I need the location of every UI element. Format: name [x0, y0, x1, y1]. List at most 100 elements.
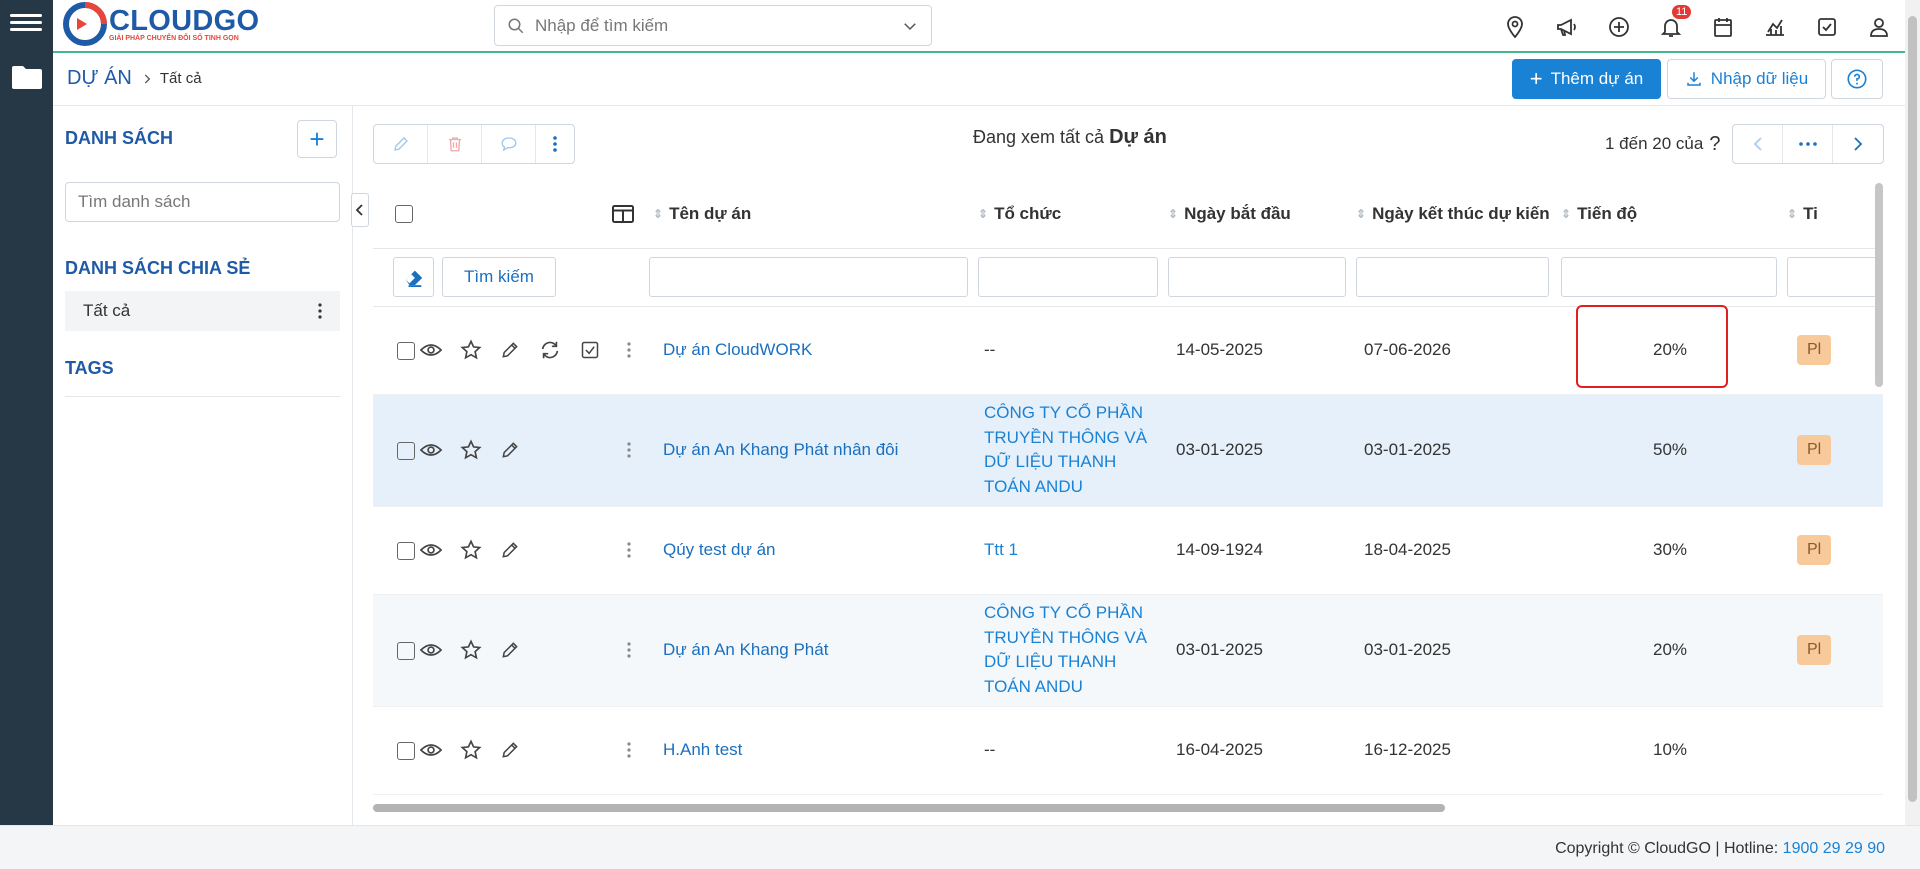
table-row[interactable]: Dự án CloudWORK -- 14-05-2025 07-06-2026…	[373, 306, 1883, 394]
more-vertical-icon[interactable]	[318, 303, 322, 319]
bell-icon[interactable]: 11	[1645, 0, 1697, 53]
prev-page-button[interactable]	[1733, 125, 1784, 163]
add-project-button[interactable]: + Thêm dự án	[1512, 59, 1661, 99]
start-date-cell: 03-01-2025	[1176, 440, 1263, 459]
bulk-delete-button[interactable]	[428, 125, 482, 163]
column-project-name[interactable]: ⇕ Tên dự án	[649, 180, 974, 248]
edit-icon[interactable]	[490, 535, 530, 565]
hotline-link[interactable]: 1900 29 29 90	[1783, 840, 1885, 857]
breadcrumb-module[interactable]: DỰ ÁN	[67, 67, 132, 90]
plus-circle-icon[interactable]	[1593, 0, 1645, 53]
project-name-link[interactable]: H.Anh test	[649, 706, 974, 794]
add-list-button[interactable]: +	[297, 120, 337, 158]
view-icon[interactable]	[411, 435, 451, 465]
bulk-comment-button[interactable]	[482, 125, 536, 163]
folder-icon[interactable]	[11, 64, 43, 90]
table-row[interactable]: H.Anh test -- 16-04-2025 16-12-2025 10%	[373, 706, 1883, 794]
view-icon[interactable]	[411, 635, 451, 665]
more-vertical-icon[interactable]	[609, 735, 649, 765]
table-row[interactable]: Qúy test dự án Ttt 1 14-09-1924 18-04-20…	[373, 506, 1883, 594]
column-status[interactable]: ⇕ Ti	[1783, 180, 1883, 248]
import-data-button[interactable]: Nhập dữ liệu	[1667, 59, 1826, 99]
pagination-range: 1 đến 20 của	[1605, 134, 1704, 153]
list-search-input[interactable]	[65, 182, 340, 222]
filter-start-date[interactable]	[1168, 257, 1346, 297]
end-date-cell: 03-01-2025	[1364, 640, 1451, 659]
filter-end-date[interactable]	[1356, 257, 1549, 297]
page-scrollbar[interactable]	[1905, 0, 1920, 825]
search-input[interactable]	[535, 15, 901, 36]
edit-icon[interactable]	[490, 735, 530, 765]
more-vertical-icon[interactable]	[609, 635, 649, 665]
chart-icon[interactable]	[1749, 0, 1801, 53]
more-vertical-icon[interactable]	[609, 535, 649, 565]
list-item-all[interactable]: Tất cả	[65, 291, 340, 331]
user-icon[interactable]	[1853, 0, 1905, 53]
project-name-link[interactable]: Dự án An Khang Phát	[649, 594, 974, 706]
edit-icon[interactable]	[490, 335, 530, 365]
hamburger-menu-icon[interactable]	[10, 10, 42, 40]
help-button[interactable]	[1831, 59, 1883, 99]
column-progress[interactable]: ⇕ Tiến độ	[1557, 180, 1783, 248]
viewing-prefix: Đang xem tất cả	[973, 127, 1105, 147]
task-icon[interactable]	[570, 335, 610, 365]
table-row[interactable]: Dự án An Khang Phát nhân đôi CÔNG TY CỔ …	[373, 394, 1883, 506]
chevron-down-icon[interactable]	[901, 17, 919, 35]
star-icon[interactable]	[451, 635, 491, 665]
table-row[interactable]: Dự án An Khang Phát CÔNG TY CỔ PHẦN TRUY…	[373, 594, 1883, 706]
collapse-panel-button[interactable]	[351, 193, 369, 227]
column-end-date[interactable]: ⇕ Ngày kết thúc dự kiến	[1352, 180, 1557, 248]
project-name-link[interactable]: Dự án An Khang Phát nhân đôi	[649, 394, 974, 506]
view-icon[interactable]	[411, 335, 451, 365]
megaphone-icon[interactable]	[1541, 0, 1593, 53]
project-name-link[interactable]: Qúy test dự án	[649, 506, 974, 594]
organization-link[interactable]: CÔNG TY CỔ PHẦN TRUYỀN THÔNG VÀ DỮ LIỆU …	[974, 594, 1164, 706]
main-content: Đang xem tất cả Dự án 1 đến 20 của ? ⇕ T…	[353, 106, 1905, 825]
column-layout-icon[interactable]	[612, 205, 634, 224]
filter-row: Tìm kiếm	[373, 248, 1883, 306]
status-badge: Pl	[1797, 635, 1832, 665]
filter-project-name[interactable]	[649, 257, 968, 297]
more-vertical-icon[interactable]	[609, 435, 649, 465]
view-icon[interactable]	[411, 535, 451, 565]
more-pages-button[interactable]	[1783, 125, 1834, 163]
column-start-date[interactable]: ⇕ Ngày bắt đầu	[1164, 180, 1352, 248]
filter-search-button[interactable]: Tìm kiếm	[442, 257, 556, 297]
more-vertical-icon[interactable]	[609, 335, 649, 365]
star-icon[interactable]	[451, 735, 491, 765]
star-icon[interactable]	[451, 335, 491, 365]
trash-icon	[448, 137, 461, 152]
sync-icon[interactable]	[530, 335, 570, 365]
global-search[interactable]	[494, 5, 932, 46]
viewing-caption: Đang xem tất cả Dự án	[973, 126, 1167, 149]
question-circle-icon	[1847, 69, 1867, 89]
organization-link[interactable]: CÔNG TY CỔ PHẦN TRUYỀN THÔNG VÀ DỮ LIỆU …	[974, 394, 1164, 506]
clear-filter-button[interactable]	[393, 257, 434, 297]
filter-organization[interactable]	[978, 257, 1158, 297]
checkbox-icon[interactable]	[1801, 0, 1853, 53]
table-vertical-scrollbar[interactable]	[1875, 183, 1883, 387]
edit-icon[interactable]	[490, 635, 530, 665]
column-organization[interactable]: ⇕ Tổ chức	[974, 180, 1164, 248]
tags-title[interactable]: TAGS	[65, 358, 114, 379]
horizontal-scroll-thumb[interactable]	[373, 804, 1445, 812]
filter-progress[interactable]	[1561, 257, 1777, 297]
view-icon[interactable]	[411, 735, 451, 765]
star-icon[interactable]	[451, 535, 491, 565]
star-icon[interactable]	[451, 435, 491, 465]
organization-link[interactable]: Ttt 1	[974, 506, 1164, 594]
select-all-checkbox[interactable]	[395, 205, 413, 224]
project-name-link[interactable]: Dự án CloudWORK	[649, 306, 974, 394]
calendar-icon[interactable]	[1697, 0, 1749, 53]
bulk-edit-button[interactable]	[374, 125, 428, 163]
page-scroll-thumb[interactable]	[1908, 16, 1917, 802]
footer-text: Copyright © CloudGO | Hotline: 1900 29 2…	[1555, 840, 1885, 858]
filter-status[interactable]	[1787, 257, 1883, 297]
edit-icon[interactable]	[490, 435, 530, 465]
logo[interactable]: CLOUDGO GIẢI PHÁP CHUYỂN ĐỔI SỐ TINH GỌN	[63, 2, 259, 46]
bulk-more-button[interactable]	[536, 125, 574, 163]
next-page-button[interactable]	[1833, 125, 1883, 163]
map-pin-icon[interactable]	[1489, 0, 1541, 53]
horizontal-scrollbar[interactable]	[373, 802, 1883, 814]
total-count-help[interactable]: ?	[1709, 133, 1720, 156]
